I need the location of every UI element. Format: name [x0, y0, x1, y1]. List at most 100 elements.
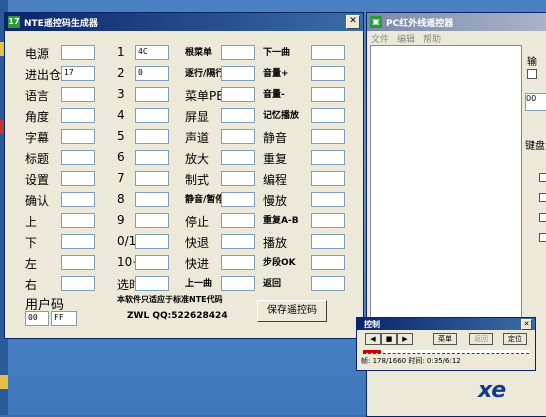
key-label: 快进	[185, 257, 210, 271]
key-code-field[interactable]	[311, 129, 345, 144]
key-code-field[interactable]	[221, 129, 255, 144]
status-text: 帧: 178/1660 时间: 0:35/6:12	[361, 357, 461, 365]
key-code-field[interactable]	[61, 276, 95, 291]
key-code-field[interactable]	[221, 192, 255, 207]
key-code-field[interactable]	[135, 129, 169, 144]
key-code-field[interactable]	[221, 45, 255, 60]
checkbox[interactable]	[539, 213, 546, 222]
window-title: 控制	[364, 319, 380, 329]
key-code-field[interactable]	[135, 213, 169, 228]
key-code-field[interactable]	[135, 276, 169, 291]
checkbox[interactable]	[527, 69, 537, 79]
key-label: 屏显	[185, 110, 210, 124]
input-field[interactable]: 00	[525, 93, 546, 111]
key-code-field[interactable]	[311, 108, 345, 123]
menu-edit[interactable]: 编辑	[397, 32, 415, 45]
key-label: 8	[117, 192, 125, 206]
menu-help[interactable]: 帮助	[423, 32, 441, 45]
user-code-field-2[interactable]: FF	[51, 311, 77, 326]
user-code-field-1[interactable]: 00	[25, 311, 49, 326]
key-code-field[interactable]	[311, 150, 345, 165]
key-code-field[interactable]	[61, 129, 95, 144]
key-code-field[interactable]	[61, 171, 95, 186]
key-code-field[interactable]	[221, 87, 255, 102]
key-code-field[interactable]	[221, 108, 255, 123]
key-label: 5	[117, 129, 125, 143]
key-label: 根菜单	[185, 48, 213, 58]
key-code-field[interactable]	[221, 255, 255, 270]
seek-track[interactable]	[363, 350, 529, 354]
key-label: 左	[25, 257, 38, 271]
menu-file[interactable]: 文件	[371, 32, 389, 45]
author-text: ZWL QQ:522628424	[127, 311, 228, 321]
key-label: 确认	[25, 194, 50, 208]
key-code-field[interactable]	[61, 234, 95, 249]
key-code-field[interactable]: 4C	[135, 45, 169, 60]
menu-button[interactable]: 菜单	[433, 333, 457, 345]
key-label: 播放	[263, 236, 288, 250]
key-code-field[interactable]	[221, 213, 255, 228]
key-label: 逐行/隔行	[185, 69, 225, 79]
input-label: 输	[527, 57, 537, 68]
checkbox[interactable]	[539, 173, 546, 182]
key-code-field[interactable]	[135, 192, 169, 207]
return-button[interactable]: 返回	[469, 333, 493, 345]
key-label: 上一曲	[185, 279, 213, 289]
key-code-field[interactable]	[135, 150, 169, 165]
locate-button[interactable]: 定位	[503, 333, 527, 345]
key-label: 停止	[185, 215, 210, 229]
key-code-field[interactable]	[311, 192, 345, 207]
key-label: 音量+	[263, 69, 289, 79]
key-code-field[interactable]	[311, 171, 345, 186]
watermark-logo: xe	[478, 378, 506, 403]
key-label: 慢放	[263, 194, 288, 208]
key-label: 重复	[263, 152, 288, 166]
key-code-field[interactable]	[311, 45, 345, 60]
key-code-field[interactable]	[135, 87, 169, 102]
key-code-field[interactable]	[221, 171, 255, 186]
key-code-field[interactable]	[311, 213, 345, 228]
key-code-field[interactable]: 0	[135, 66, 169, 81]
key-code-field[interactable]	[61, 45, 95, 60]
key-label: 静音	[263, 131, 288, 145]
key-code-field[interactable]	[61, 87, 95, 102]
key-label: 设置	[25, 173, 50, 187]
nte-code-generator-window: 17 NTE遥控码生成器 ✕ 电源 进出仓 17 语言 角度 字幕 标题 设置 确认上下左右 1 4…	[4, 12, 364, 339]
key-label: 静音/暂停	[185, 195, 225, 205]
key-code-field[interactable]	[61, 108, 95, 123]
key-code-field[interactable]	[311, 276, 345, 291]
log-list[interactable]	[370, 45, 522, 327]
key-code-field[interactable]	[311, 66, 345, 81]
key-code-field[interactable]	[61, 213, 95, 228]
key-code-field[interactable]	[61, 192, 95, 207]
stop-icon[interactable]: ■	[381, 333, 397, 345]
key-code-field[interactable]: 17	[61, 66, 95, 81]
key-label: 6	[117, 150, 125, 164]
checkbox[interactable]	[539, 233, 546, 242]
key-code-field[interactable]	[221, 234, 255, 249]
key-label: 返回	[263, 279, 282, 289]
close-button[interactable]: ✕	[346, 15, 360, 29]
key-code-field[interactable]	[311, 234, 345, 249]
app-icon: 17	[8, 16, 20, 28]
key-code-field[interactable]	[221, 150, 255, 165]
close-button[interactable]: ✕	[521, 318, 532, 330]
key-code-field[interactable]	[61, 255, 95, 270]
folder-icon[interactable]	[0, 375, 8, 389]
key-code-field[interactable]	[135, 234, 169, 249]
key-label: 下一曲	[263, 48, 291, 58]
key-code-field[interactable]	[61, 150, 95, 165]
key-code-field[interactable]	[135, 108, 169, 123]
next-icon[interactable]: ▶	[397, 333, 413, 345]
key-code-field[interactable]	[221, 276, 255, 291]
window-title: NTE遥控码生成器	[24, 18, 98, 29]
prev-icon[interactable]: ◀	[365, 333, 381, 345]
key-code-field[interactable]	[311, 87, 345, 102]
key-label: 标题	[25, 152, 50, 166]
checkbox[interactable]	[539, 193, 546, 202]
key-code-field[interactable]	[221, 66, 255, 81]
key-code-field[interactable]	[135, 255, 169, 270]
key-code-field[interactable]	[311, 255, 345, 270]
key-code-field[interactable]	[135, 171, 169, 186]
save-remote-code-button[interactable]: 保存遥控码	[257, 300, 327, 322]
